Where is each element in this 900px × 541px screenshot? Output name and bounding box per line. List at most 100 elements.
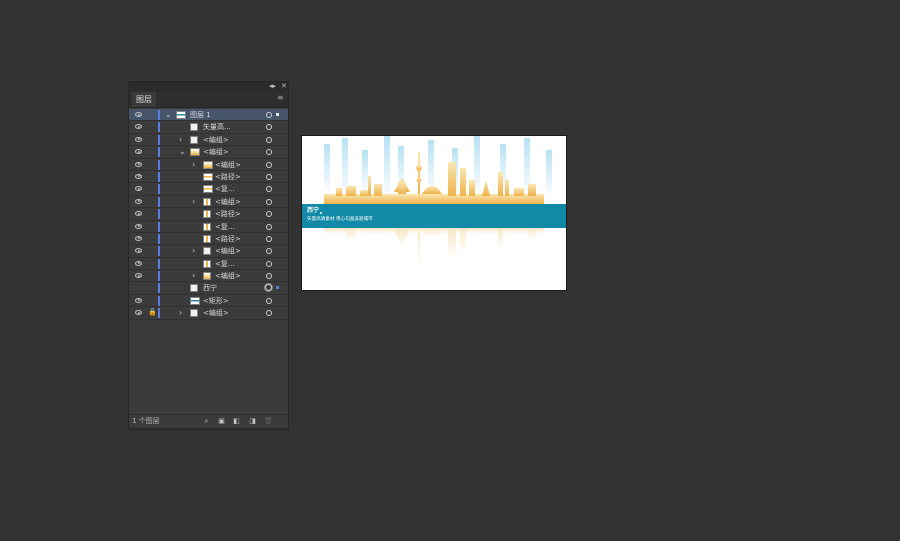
target-icon[interactable] bbox=[266, 136, 272, 143]
selection-indicator[interactable] bbox=[276, 286, 279, 290]
layer-name[interactable]: <路径> bbox=[215, 233, 241, 245]
lock-icon[interactable]: 🔒 bbox=[148, 309, 157, 316]
eye-icon[interactable] bbox=[135, 235, 142, 241]
slogan-text: 矢量高清素材 用心勾画美丽城市 bbox=[307, 217, 373, 222]
target-icon[interactable] bbox=[266, 211, 272, 218]
collect-for-export-icon[interactable]: ▣ bbox=[218, 417, 225, 425]
target-icon[interactable] bbox=[266, 223, 272, 230]
chevron-down-icon[interactable]: ⌄ bbox=[165, 109, 172, 121]
target-icon[interactable] bbox=[266, 112, 272, 118]
layer-name[interactable]: <编组> bbox=[215, 245, 241, 257]
target-icon[interactable] bbox=[266, 124, 272, 131]
layers-panel: ◂▸ ✕ 图层 ≡ ⌄ 图层 1 矢量高... › <编组> ⌄ <编组> › … bbox=[128, 81, 289, 429]
target-icon[interactable] bbox=[266, 310, 272, 317]
eye-icon[interactable] bbox=[135, 248, 142, 254]
eye-icon[interactable] bbox=[135, 136, 142, 142]
layer-color-bar bbox=[158, 147, 160, 158]
chevron-right-icon[interactable]: › bbox=[179, 134, 182, 146]
close-panel-button[interactable]: ✕ bbox=[281, 81, 287, 91]
city-skyline-illustration bbox=[324, 152, 544, 204]
layer-row[interactable]: › <编组> bbox=[129, 196, 288, 209]
layer-row[interactable]: › <编组> bbox=[129, 134, 288, 147]
make-clipping-mask-icon[interactable]: ◧ bbox=[233, 417, 240, 425]
layer-row[interactable]: 矢量高... bbox=[129, 121, 288, 134]
eye-icon[interactable] bbox=[135, 310, 142, 316]
eye-icon[interactable] bbox=[135, 223, 142, 229]
target-icon[interactable] bbox=[266, 161, 272, 168]
target-icon[interactable] bbox=[266, 173, 272, 180]
layer-color-bar bbox=[158, 258, 160, 269]
layer-color-bar bbox=[158, 110, 160, 120]
eye-icon[interactable] bbox=[135, 173, 142, 179]
target-icon[interactable] bbox=[266, 297, 272, 304]
chevron-right-icon[interactable]: › bbox=[192, 196, 195, 208]
panel-resize-edge[interactable] bbox=[128, 428, 289, 431]
chevron-right-icon[interactable]: › bbox=[179, 307, 182, 319]
eye-icon[interactable] bbox=[135, 186, 142, 192]
layer-row[interactable]: <路径> bbox=[129, 233, 288, 246]
eye-icon[interactable] bbox=[135, 273, 142, 279]
layer-name[interactable]: 图层 1 bbox=[190, 109, 211, 121]
new-layer-icon[interactable]: ◨ bbox=[249, 417, 256, 425]
layer-row[interactable]: <复... bbox=[129, 221, 288, 233]
layer-row[interactable]: 西宁 bbox=[129, 282, 288, 295]
chevron-right-icon[interactable]: › bbox=[192, 245, 195, 257]
layer-name[interactable]: <编组> bbox=[215, 159, 241, 171]
layer-name[interactable]: <复... bbox=[215, 221, 235, 233]
target-icon[interactable] bbox=[265, 284, 272, 292]
target-icon[interactable] bbox=[266, 273, 272, 280]
layer-name[interactable]: <编组> bbox=[203, 134, 229, 146]
chevron-right-icon[interactable]: › bbox=[192, 159, 195, 171]
layer-color-bar bbox=[158, 283, 160, 294]
layer-name[interactable]: <复... bbox=[215, 258, 235, 270]
eye-icon[interactable] bbox=[135, 161, 142, 167]
layer-name[interactable]: <编组> bbox=[203, 146, 229, 158]
layer-row[interactable]: <路径> bbox=[129, 208, 288, 221]
layer-name[interactable]: <路径> bbox=[215, 208, 241, 220]
layer-row[interactable]: <复... bbox=[129, 183, 288, 196]
layer-row[interactable]: ⌄ 图层 1 bbox=[129, 109, 288, 122]
layer-name[interactable]: <复... bbox=[215, 183, 235, 195]
layer-row[interactable]: ⌄ <编组> bbox=[129, 146, 288, 159]
tab-layers[interactable]: 图层 bbox=[132, 92, 156, 107]
selection-indicator[interactable] bbox=[276, 113, 279, 116]
layer-row[interactable]: <复... bbox=[129, 258, 288, 271]
layer-name[interactable]: <编组> bbox=[215, 270, 241, 282]
decorative-dot bbox=[320, 212, 322, 214]
layer-name[interactable]: <路径> bbox=[215, 171, 241, 183]
eye-icon[interactable] bbox=[135, 124, 142, 130]
layer-row[interactable]: <矩形> bbox=[129, 295, 288, 308]
delete-icon[interactable]: 🗑 bbox=[264, 417, 273, 425]
eye-icon[interactable] bbox=[135, 149, 142, 155]
collapse-panel-button[interactable]: ◂▸ bbox=[269, 81, 276, 91]
target-icon[interactable] bbox=[266, 198, 272, 205]
layer-thumbnail bbox=[203, 247, 211, 256]
layer-row[interactable]: › <编组> bbox=[129, 159, 288, 171]
chevron-right-icon[interactable]: › bbox=[192, 270, 195, 282]
search-icon[interactable]: ⌕ bbox=[203, 417, 210, 425]
artboard[interactable]: 西宁 矢量高清素材 用心勾画美丽城市 bbox=[302, 136, 566, 290]
target-icon[interactable] bbox=[266, 149, 272, 156]
layer-row[interactable]: 🔒 › <编组> bbox=[129, 307, 288, 320]
target-icon[interactable] bbox=[266, 235, 272, 242]
panel-menu-icon[interactable]: ≡ bbox=[277, 94, 284, 102]
eye-icon[interactable] bbox=[135, 260, 142, 266]
layer-name[interactable]: <编组> bbox=[203, 307, 229, 319]
target-icon[interactable] bbox=[266, 186, 272, 193]
layer-row[interactable]: › <编组> bbox=[129, 270, 288, 283]
layer-thumbnail bbox=[190, 148, 200, 157]
target-icon[interactable] bbox=[266, 260, 272, 267]
chevron-down-icon[interactable]: ⌄ bbox=[179, 146, 186, 158]
layer-name[interactable]: 矢量高... bbox=[203, 121, 231, 133]
panel-title-bar[interactable]: ◂▸ ✕ bbox=[129, 82, 288, 91]
layer-name[interactable]: <矩形> bbox=[203, 295, 229, 307]
eye-icon[interactable] bbox=[135, 211, 142, 217]
layer-name[interactable]: 西宁 bbox=[203, 282, 217, 294]
layer-name[interactable]: <编组> bbox=[215, 196, 241, 208]
eye-icon[interactable] bbox=[135, 297, 142, 303]
eye-icon[interactable] bbox=[135, 198, 142, 204]
layer-row[interactable]: › <编组> bbox=[129, 245, 288, 258]
layer-row[interactable]: <路径> bbox=[129, 171, 288, 184]
target-icon[interactable] bbox=[266, 248, 272, 255]
eye-icon[interactable] bbox=[135, 112, 142, 117]
